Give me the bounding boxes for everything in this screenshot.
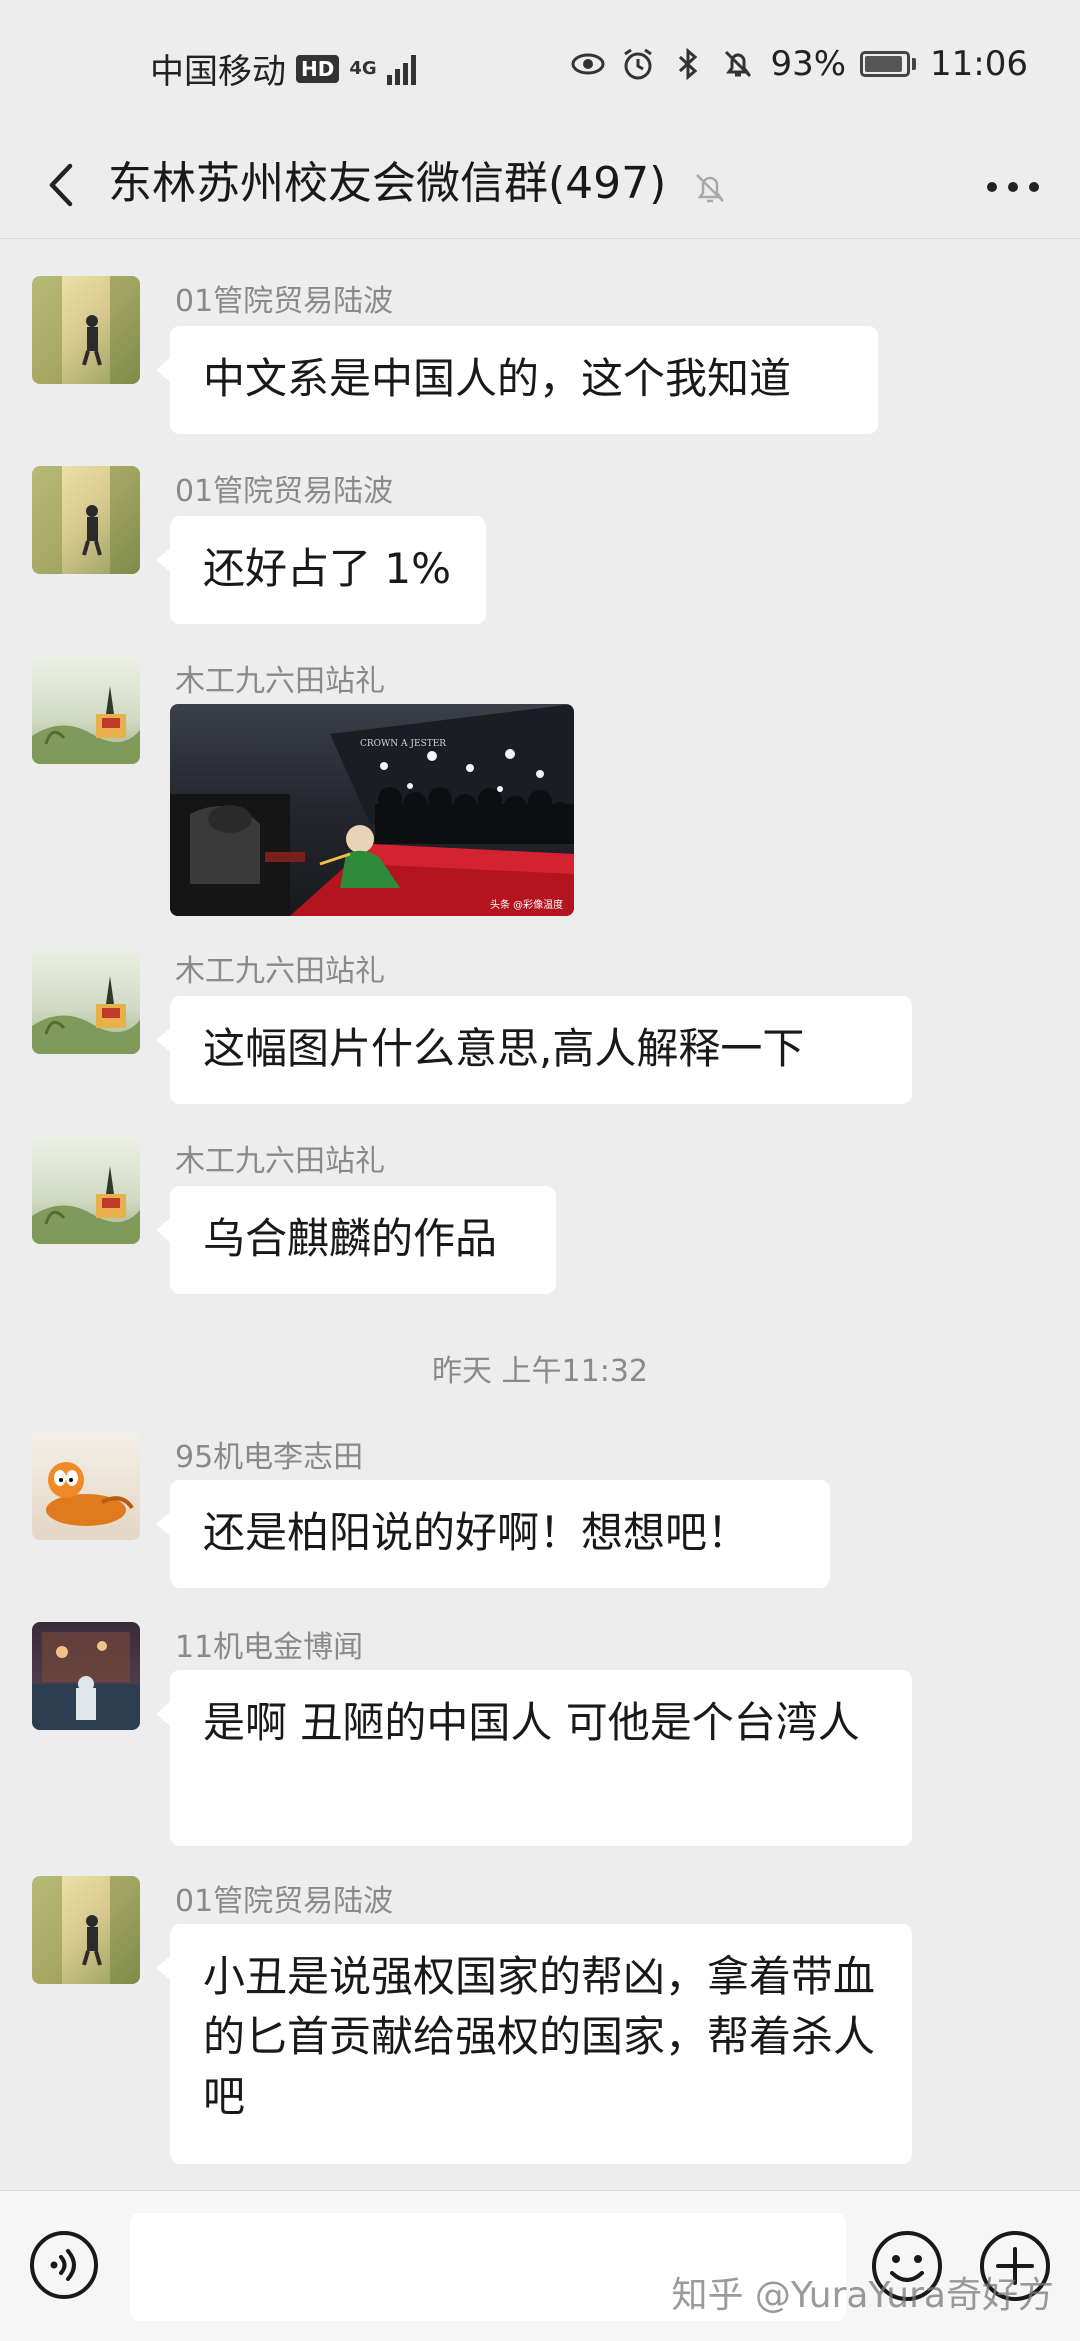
sender-name: 11机电金博闻 bbox=[175, 1630, 364, 1665]
message-bubble[interactable]: 这幅图片什么意思,高人解释一下 bbox=[156, 996, 912, 1104]
chat-title: 东林苏州校友会微信群(497) bbox=[108, 158, 667, 209]
watermark: 知乎 @YuraYura奇好方 bbox=[671, 2275, 1054, 2316]
signal-icon bbox=[386, 53, 416, 85]
back-icon bbox=[49, 163, 73, 207]
back-button[interactable] bbox=[32, 152, 92, 218]
voice-icon[interactable] bbox=[28, 2229, 100, 2301]
sender-name: 01管院贸易陆波 bbox=[175, 284, 394, 319]
sender-name: 95机电李志田 bbox=[175, 1440, 364, 1475]
avatar[interactable] bbox=[32, 656, 140, 764]
image-credit: 头条 @彩像温度 bbox=[490, 898, 563, 911]
status-bar: 中国移动 HD 4G 93% 11:06 bbox=[0, 0, 1080, 132]
hd-badge: HD bbox=[296, 54, 340, 83]
carrier-label: 中国移动 bbox=[150, 52, 286, 92]
clock: 11:06 bbox=[930, 44, 1028, 84]
avatar[interactable] bbox=[32, 1622, 140, 1730]
message-bubble[interactable]: 是啊 丑陋的中国人 可他是个台湾人 bbox=[156, 1670, 912, 1846]
message-bubble[interactable]: 还好占了 1% bbox=[156, 516, 486, 624]
message-bubble[interactable]: 还是柏阳说的好啊！想想吧！ bbox=[156, 1480, 830, 1588]
battery-icon bbox=[860, 51, 917, 77]
message-bubble[interactable]: 小丑是说强权国家的帮凶，拿着带血的匕首贡献给强权的国家，帮着杀人吧 bbox=[156, 1924, 912, 2164]
sender-name: 01管院贸易陆波 bbox=[175, 474, 394, 509]
sender-name: 01管院贸易陆波 bbox=[175, 1884, 394, 1919]
chat-header: 东林苏州校友会微信群(497) bbox=[0, 132, 1080, 239]
status-right: 93% 11:06 bbox=[570, 44, 1028, 84]
image-message[interactable]: CROWN A JESTER 头条 @彩像温度 bbox=[170, 704, 574, 916]
sender-name: 木工九六田站礼 bbox=[175, 1144, 385, 1179]
image-caption: CROWN A JESTER bbox=[360, 739, 446, 749]
status-left: 中国移动 HD 4G bbox=[150, 44, 416, 93]
battery-percent: 93% bbox=[770, 44, 847, 84]
avatar[interactable] bbox=[32, 946, 140, 1054]
avatar[interactable] bbox=[32, 1136, 140, 1244]
more-button[interactable] bbox=[978, 162, 1048, 212]
avatar[interactable] bbox=[32, 466, 140, 574]
bluetooth-icon bbox=[670, 46, 706, 82]
sender-name: 木工九六田站礼 bbox=[175, 954, 385, 989]
mute-icon bbox=[720, 46, 756, 82]
mute-icon bbox=[696, 174, 724, 203]
more-icon bbox=[987, 182, 1039, 192]
network-type: 4G bbox=[349, 57, 377, 79]
eye-icon bbox=[570, 46, 606, 82]
message-bubble[interactable]: 乌合麒麟的作品 bbox=[156, 1186, 556, 1294]
avatar[interactable] bbox=[32, 1876, 140, 1984]
timestamp-divider: 昨天 上午11:32 bbox=[432, 1354, 648, 1389]
avatar[interactable] bbox=[32, 1432, 140, 1540]
avatar[interactable] bbox=[32, 276, 140, 384]
sender-name: 木工九六田站礼 bbox=[175, 664, 385, 699]
message-bubble[interactable]: 中文系是中国人的，这个我知道 bbox=[156, 326, 878, 434]
alarm-icon bbox=[620, 46, 656, 82]
